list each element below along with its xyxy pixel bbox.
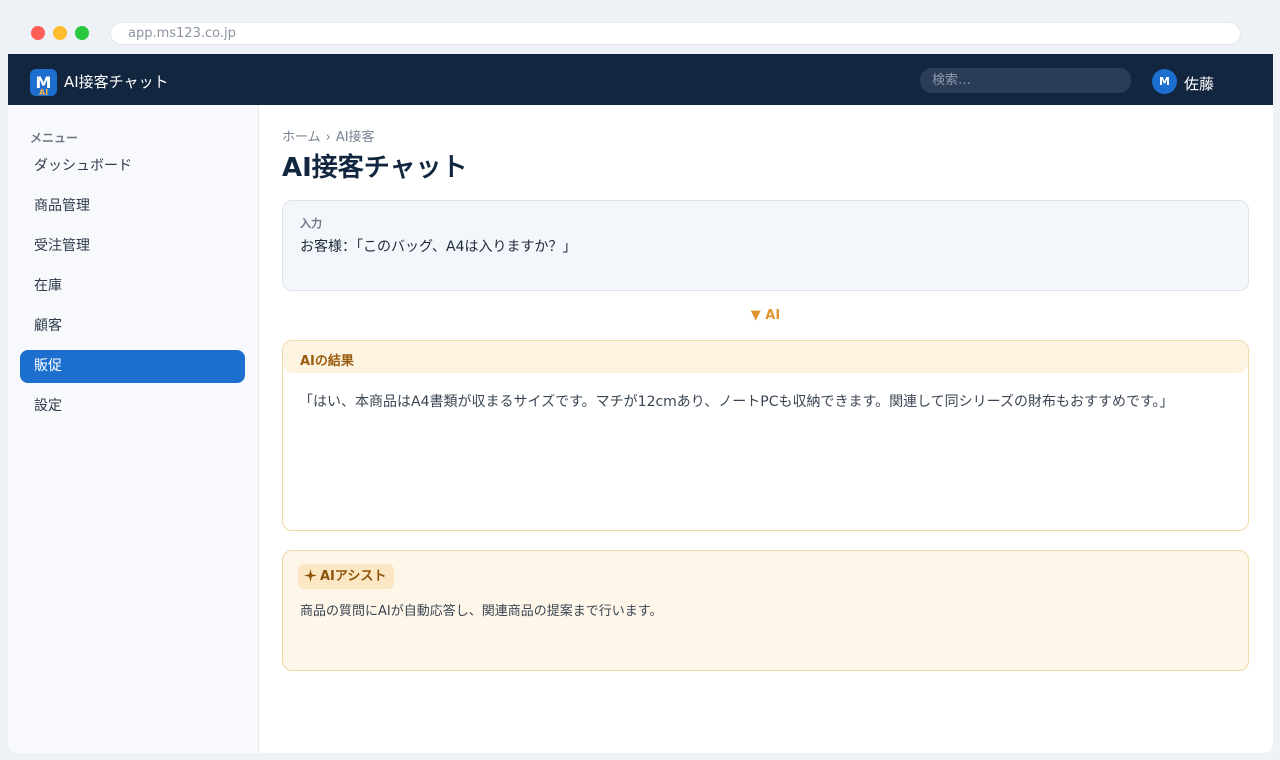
input-card: 入力 お客様：「このバッグ、A4は入りますか？」 [282,200,1249,291]
page-title: AI接客チャット [282,153,468,183]
address-bar[interactable]: app.ms123.co.jp [110,22,1241,45]
avatar[interactable]: M [1152,69,1177,94]
app-logo[interactable]: M AI [30,69,57,97]
ai-result-text: 「はい、本商品はA4書類が収まるサイズです。マチが12cmあり、ノートPCも収納… [299,394,1174,410]
search-input[interactable] [920,68,1131,93]
ai-flow-indicator: ▼ AI [750,308,781,323]
ai-assist-description: 商品の質問にAIが自動応答し、関連商品の提案まで行います。 [300,604,663,619]
sidebar-item-customers[interactable]: 顧客 [20,310,245,343]
maximize-window-button[interactable] [75,26,89,40]
app-title: AI接客チャット [64,73,169,91]
sidebar-item-promotions[interactable]: 販促 [20,350,245,383]
breadcrumb: ホーム › AI接客 [282,129,375,147]
main-content: ホーム › AI接客 AI接客チャット 入力 お客様：「このバッグ、A4は入りますか… [282,105,1249,753]
minimize-window-button[interactable] [53,26,67,40]
ai-assist-card: AIアシスト 商品の質問にAIが自動応答し、関連商品の提案まで行います。 [282,550,1249,671]
top-bar: M AI AI接客チャット M 佐藤 [8,54,1273,105]
ai-result-title: AIの結果 [300,354,354,369]
ai-result-card: AIの結果 「はい、本商品はA4書類が収まるサイズです。マチが12cmあり、ノー… [282,340,1249,531]
sidebar-item-products[interactable]: 商品管理 [20,190,245,223]
sidebar-nav: ダッシュボード 商品管理 受注管理 在庫 顧客 販促 設定 [20,150,245,430]
browser-chrome: app.ms123.co.jp [0,0,1280,54]
breadcrumb-separator: › [325,130,331,145]
sparkle-icon [304,569,317,582]
menu-heading: メニュー [30,131,79,145]
sidebar-item-settings[interactable]: 設定 [20,390,245,423]
breadcrumb-home[interactable]: ホーム [282,130,321,145]
ai-assist-badge-label: AIアシスト [320,569,387,584]
sidebar: メニュー ダッシュボード 商品管理 受注管理 在庫 顧客 販促 設定 [8,105,259,753]
close-window-button[interactable] [31,26,45,40]
customer-question: お客様：「このバッグ、A4は入りますか？」 [300,239,577,255]
user-name[interactable]: 佐藤 [1184,74,1214,94]
input-card-label: 入力 [300,217,322,230]
sidebar-item-orders[interactable]: 受注管理 [20,230,245,263]
sidebar-item-dashboard[interactable]: ダッシュボード [20,150,245,183]
sidebar-item-inventory[interactable]: 在庫 [20,270,245,303]
ai-result-header: AIの結果 [283,341,1248,373]
breadcrumb-current: AI接客 [335,130,375,145]
app-window: M AI AI接客チャット M 佐藤 メニュー ダッシュボード 商品管理 受注管… [8,54,1273,753]
logo-ai-mark: AI [39,88,49,97]
ai-assist-badge: AIアシスト [298,564,395,589]
